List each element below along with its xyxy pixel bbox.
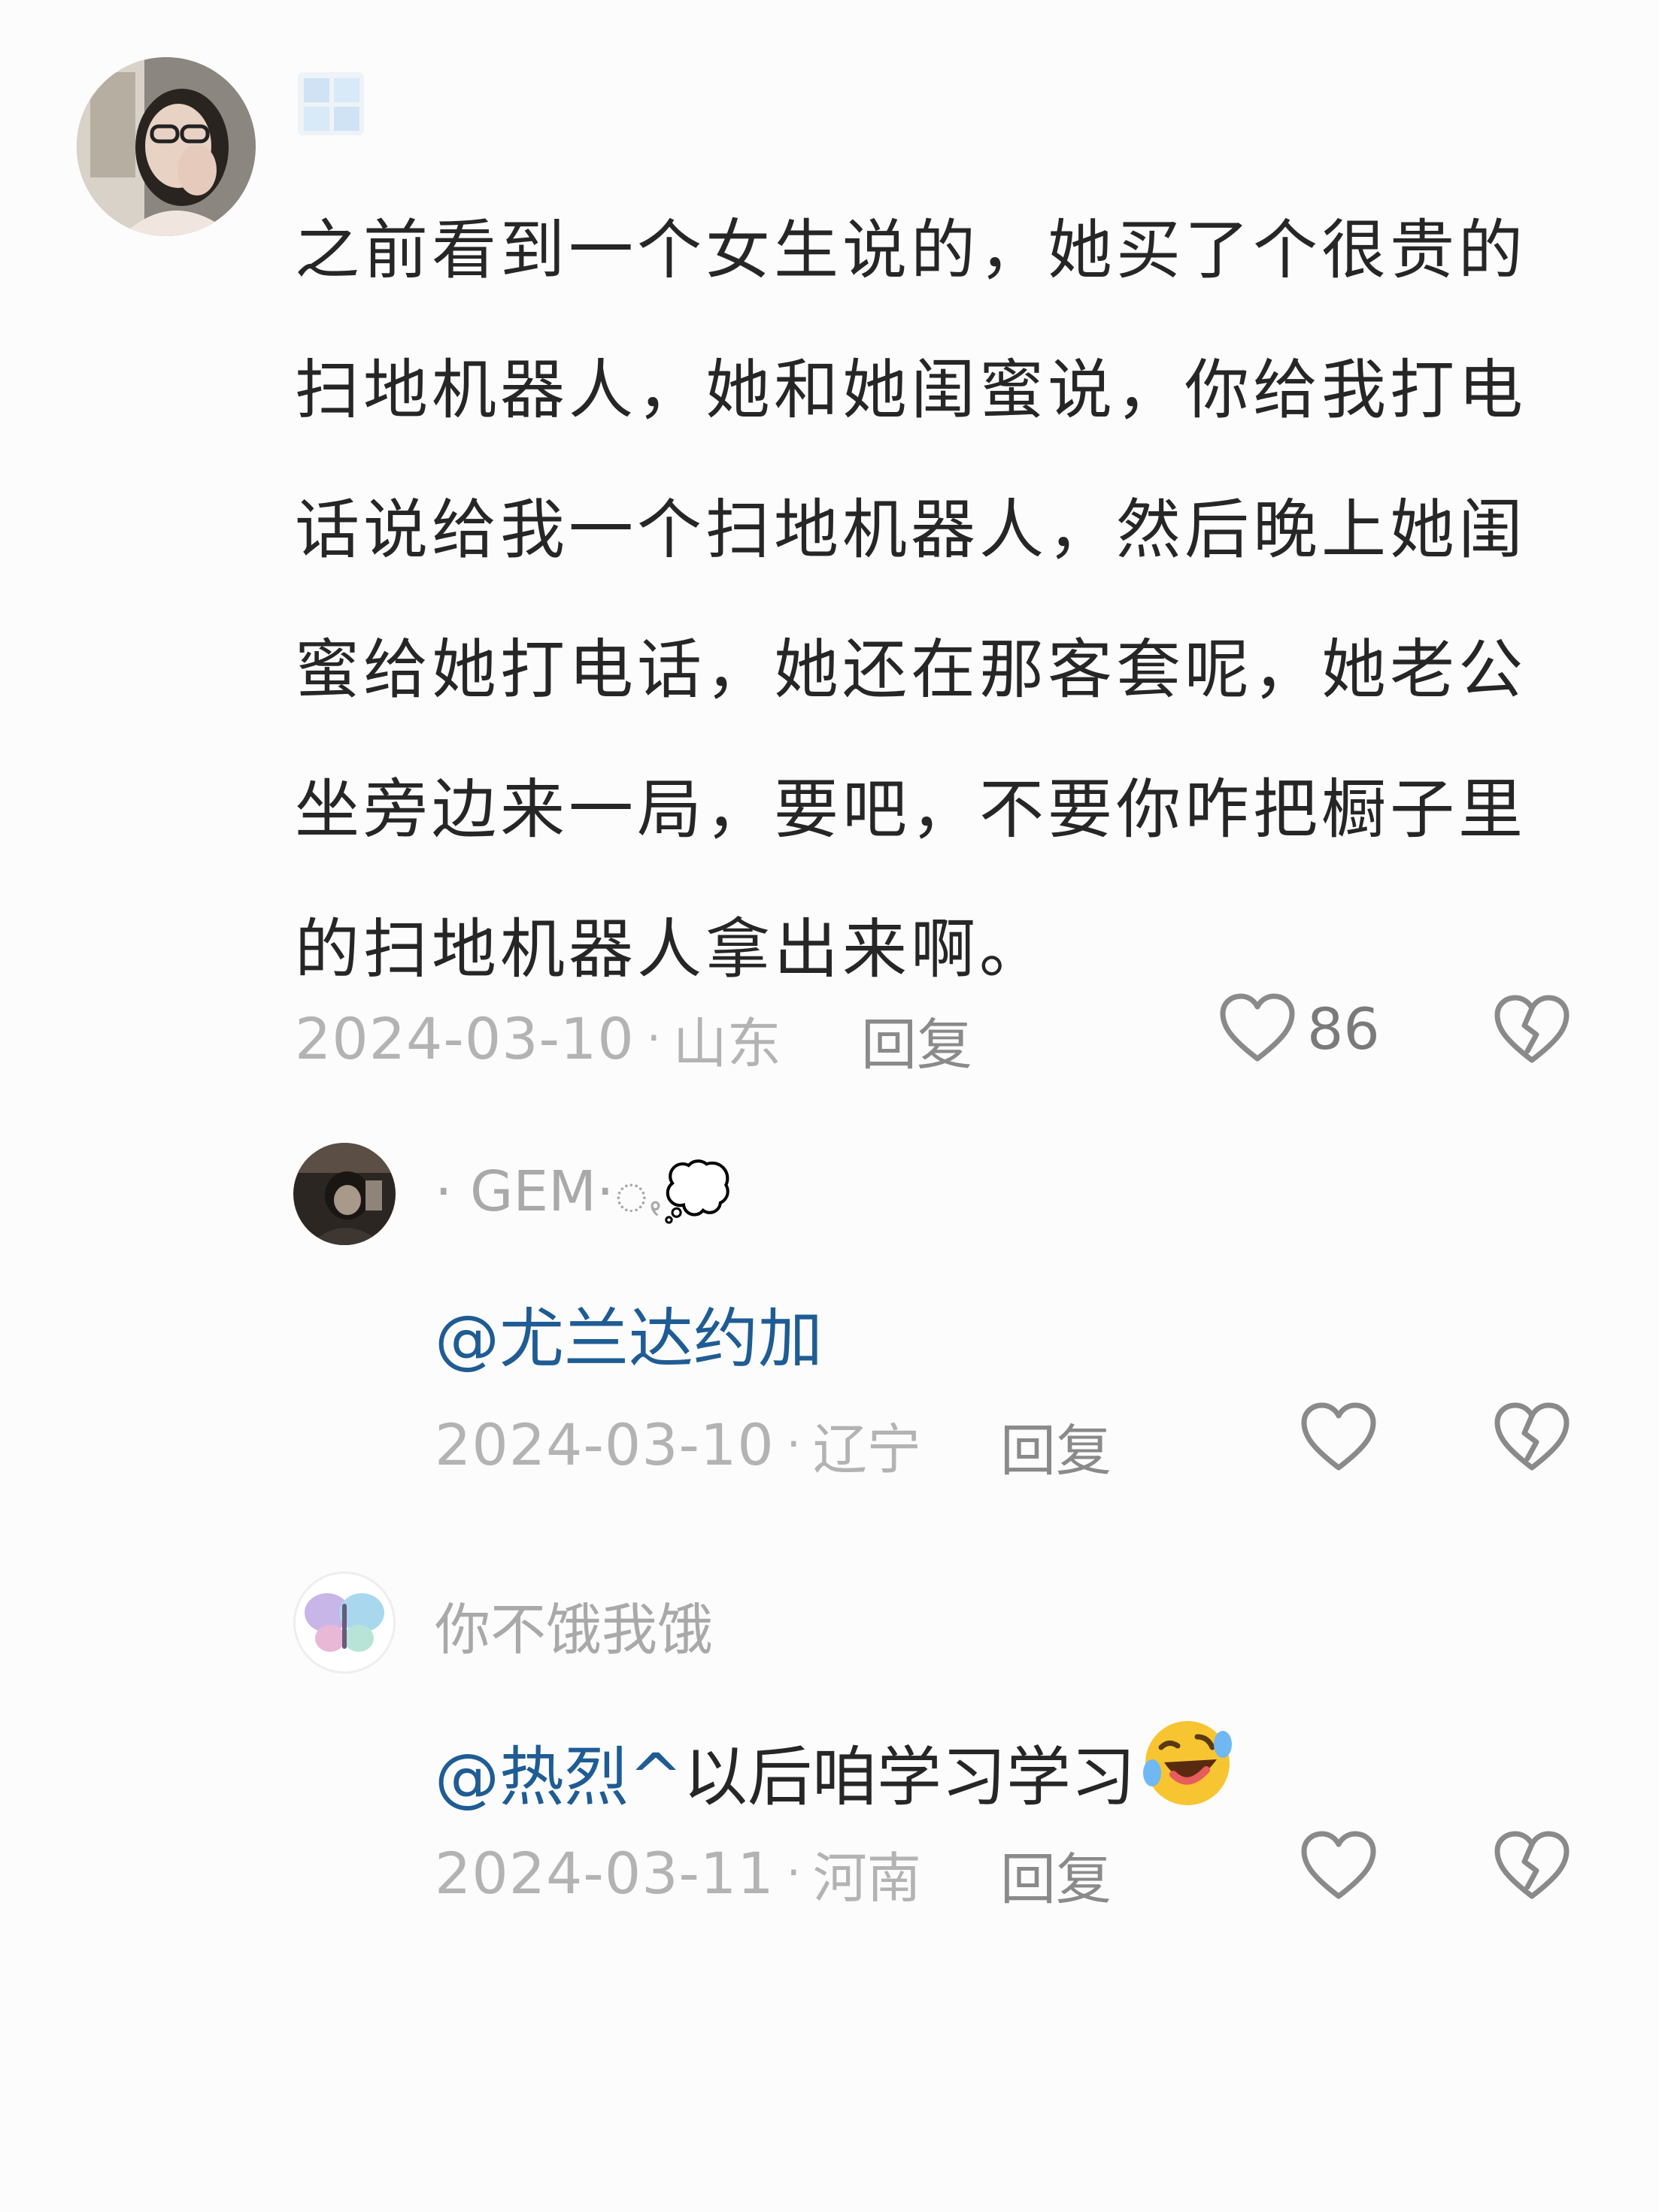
heart-icon bbox=[1301, 1831, 1376, 1899]
mention-link[interactable]: @尤兰达约加 bbox=[435, 1286, 823, 1380]
reply-body: 以后咱学习学习 bbox=[683, 1740, 1136, 1815]
user-photo-avatar-icon bbox=[77, 57, 256, 236]
comment-date: 2024-03-10 bbox=[295, 1004, 635, 1072]
broken-heart-icon bbox=[1494, 1402, 1570, 1471]
broken-heart-icon bbox=[1494, 1831, 1570, 1899]
meta-separator: · bbox=[646, 1012, 661, 1065]
window-badge-icon bbox=[295, 69, 367, 138]
comment-text-line: 蜜给她打电话，她还在那客套呢，她老公 bbox=[295, 632, 1527, 708]
comment-text-line: 之前看到一个女生说的，她买了个很贵的 bbox=[295, 213, 1527, 288]
heart-icon bbox=[1218, 992, 1297, 1065]
heart-icon bbox=[1301, 1402, 1376, 1471]
reply-avatar[interactable] bbox=[293, 1571, 396, 1674]
reply-avatar[interactable] bbox=[293, 1143, 396, 1245]
main-comment-avatar[interactable] bbox=[77, 57, 256, 236]
reply-username[interactable]: · GEM·ꩻ💭 bbox=[435, 1156, 732, 1238]
reply-button[interactable]: 回复 bbox=[861, 1000, 972, 1080]
rolling-laughing-emoji-icon bbox=[1139, 1714, 1236, 1828]
like-button[interactable]: 86 bbox=[1218, 992, 1380, 1065]
main-comment-text: 之前看到一个女生说的，她买了个很贵的 扫地机器人，她和她闺蜜说，你给我打电 话说… bbox=[295, 180, 1588, 1020]
like-button[interactable] bbox=[1300, 1401, 1378, 1474]
main-comment-meta: 2024-03-10 · 山东 bbox=[295, 997, 781, 1080]
comment-location: 山东 bbox=[672, 1011, 781, 1075]
comment-date: 2024-03-11 bbox=[435, 1839, 775, 1907]
like-count: 86 bbox=[1307, 995, 1380, 1062]
butterfly-avatar-icon bbox=[305, 1593, 384, 1652]
reply-comment: · GEM·ꩻ💭 @尤兰达约加 2024-03-10 · 辽宁 回复 bbox=[0, 1113, 1659, 1534]
reply-text: @热烈^ 以后咱学习学习 bbox=[435, 1714, 1236, 1828]
comment-text-line: 话说给我一个扫地机器人，然后晚上她闺 bbox=[295, 492, 1527, 568]
reply-meta: 2024-03-11 · 河南 bbox=[435, 1832, 921, 1914]
reply-button[interactable]: 回复 bbox=[1000, 1406, 1112, 1486]
dislike-button[interactable] bbox=[1493, 994, 1571, 1066]
broken-heart-icon bbox=[1494, 995, 1570, 1063]
dark-photo-avatar-icon bbox=[293, 1143, 396, 1245]
dislike-button[interactable] bbox=[1493, 1830, 1571, 1902]
meta-separator: · bbox=[786, 1418, 801, 1471]
mention-link[interactable]: @热烈^ bbox=[435, 1724, 683, 1818]
comment-location: 河南 bbox=[812, 1846, 921, 1910]
reply-button[interactable]: 回复 bbox=[1000, 1835, 1112, 1915]
comment-text-line: 扫地机器人，她和她闺蜜说，你给我打电 bbox=[295, 353, 1527, 428]
comment-date: 2024-03-10 bbox=[435, 1411, 775, 1478]
reply-comment: 你不饿我饿 @热烈^ 以后咱学习学习 2024-03-11 · 河南 回复 bbox=[0, 1549, 1659, 1970]
reply-username[interactable]: 你不饿我饿 bbox=[435, 1585, 713, 1665]
reply-meta: 2024-03-10 · 辽宁 bbox=[435, 1403, 921, 1486]
comment-text-line: 坐旁边来一局，要吧，不要你咋把橱子里 bbox=[295, 772, 1527, 847]
main-comment: 之前看到一个女生说的，她买了个很贵的 扫地机器人，她和她闺蜜说，你给我打电 话说… bbox=[0, 0, 1659, 1113]
comment-location: 辽宁 bbox=[812, 1417, 921, 1481]
reply-text: @尤兰达约加 bbox=[435, 1286, 823, 1380]
dislike-button[interactable] bbox=[1493, 1401, 1571, 1474]
meta-separator: · bbox=[786, 1847, 801, 1899]
like-button[interactable] bbox=[1300, 1830, 1378, 1902]
